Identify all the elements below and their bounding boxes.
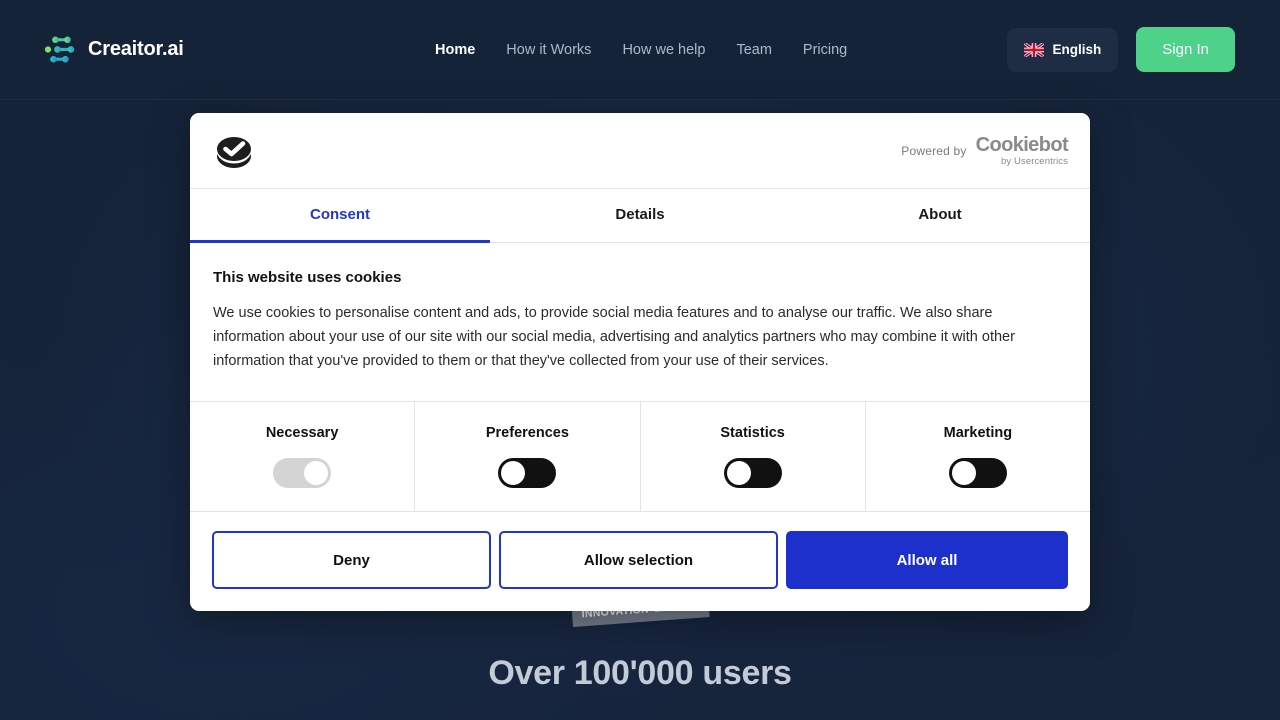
- category-label-preferences: Preferences: [486, 425, 569, 441]
- toggle-knob: [952, 461, 976, 485]
- brand-name: Creaitor.ai: [88, 38, 184, 61]
- tab-consent[interactable]: Consent: [190, 189, 490, 243]
- toggle-marketing[interactable]: [949, 458, 1007, 488]
- dialog-body: This website uses cookies We use cookies…: [190, 243, 1090, 402]
- network-nodes-icon: [44, 35, 76, 65]
- dialog-description: We use cookies to personalise content an…: [213, 301, 1067, 373]
- powered-by-cookiebot: Powered by Cookiebot by Usercentrics: [901, 135, 1068, 167]
- toggle-preferences[interactable]: [498, 458, 556, 488]
- nav-link-team[interactable]: Team: [736, 42, 771, 58]
- cookie-consent-dialog: Powered by Cookiebot by Usercentrics Con…: [190, 113, 1090, 611]
- nav-link-how-we-help[interactable]: How we help: [622, 42, 705, 58]
- category-label-necessary: Necessary: [266, 425, 339, 441]
- allow-all-button[interactable]: Allow all: [786, 531, 1068, 589]
- category-statistics: Statistics: [641, 402, 866, 511]
- dialog-actions: Deny Allow selection Allow all: [190, 512, 1090, 611]
- cookie-category-row: Necessary Preferences Statistics Marketi…: [190, 402, 1090, 512]
- powered-by-label: Powered by: [901, 144, 966, 158]
- toggle-necessary: [273, 458, 331, 488]
- toggle-statistics[interactable]: [724, 458, 782, 488]
- cookiebot-subtitle: by Usercentrics: [1001, 156, 1068, 167]
- nav-link-how-it-works[interactable]: How it Works: [506, 42, 591, 58]
- dialog-header: Powered by Cookiebot by Usercentrics: [190, 113, 1090, 189]
- header-actions: English Sign In: [1007, 27, 1235, 72]
- category-marketing: Marketing: [866, 402, 1090, 511]
- main-navigation: Home How it Works How we help Team Prici…: [435, 42, 847, 58]
- cookiebot-wordmark: Cookiebot by Usercentrics: [976, 135, 1068, 167]
- sign-in-button[interactable]: Sign In: [1136, 27, 1235, 72]
- nav-link-home[interactable]: Home: [435, 42, 475, 58]
- dialog-title: This website uses cookies: [213, 269, 1067, 286]
- toggle-knob: [727, 461, 751, 485]
- toggle-knob: [501, 461, 525, 485]
- language-selector[interactable]: English: [1007, 28, 1119, 72]
- site-header: Creaitor.ai Home How it Works How we hel…: [0, 0, 1280, 100]
- uk-flag-icon: [1024, 43, 1044, 57]
- cookiebot-cookie-icon: [212, 130, 256, 172]
- cookiebot-name: Cookiebot: [976, 135, 1068, 155]
- category-label-statistics: Statistics: [720, 425, 784, 441]
- category-label-marketing: Marketing: [944, 425, 1013, 441]
- tab-details[interactable]: Details: [490, 189, 790, 243]
- category-necessary: Necessary: [190, 402, 415, 511]
- toggle-knob: [304, 461, 328, 485]
- allow-selection-button[interactable]: Allow selection: [499, 531, 778, 589]
- dialog-tabs: Consent Details About: [190, 189, 1090, 243]
- deny-button[interactable]: Deny: [212, 531, 491, 589]
- category-preferences: Preferences: [415, 402, 640, 511]
- tab-about[interactable]: About: [790, 189, 1090, 243]
- nav-link-pricing[interactable]: Pricing: [803, 42, 847, 58]
- hero-users-headline: Over 100'000 users: [0, 654, 1280, 693]
- brand-logo[interactable]: Creaitor.ai: [44, 35, 184, 65]
- language-label: English: [1053, 42, 1102, 57]
